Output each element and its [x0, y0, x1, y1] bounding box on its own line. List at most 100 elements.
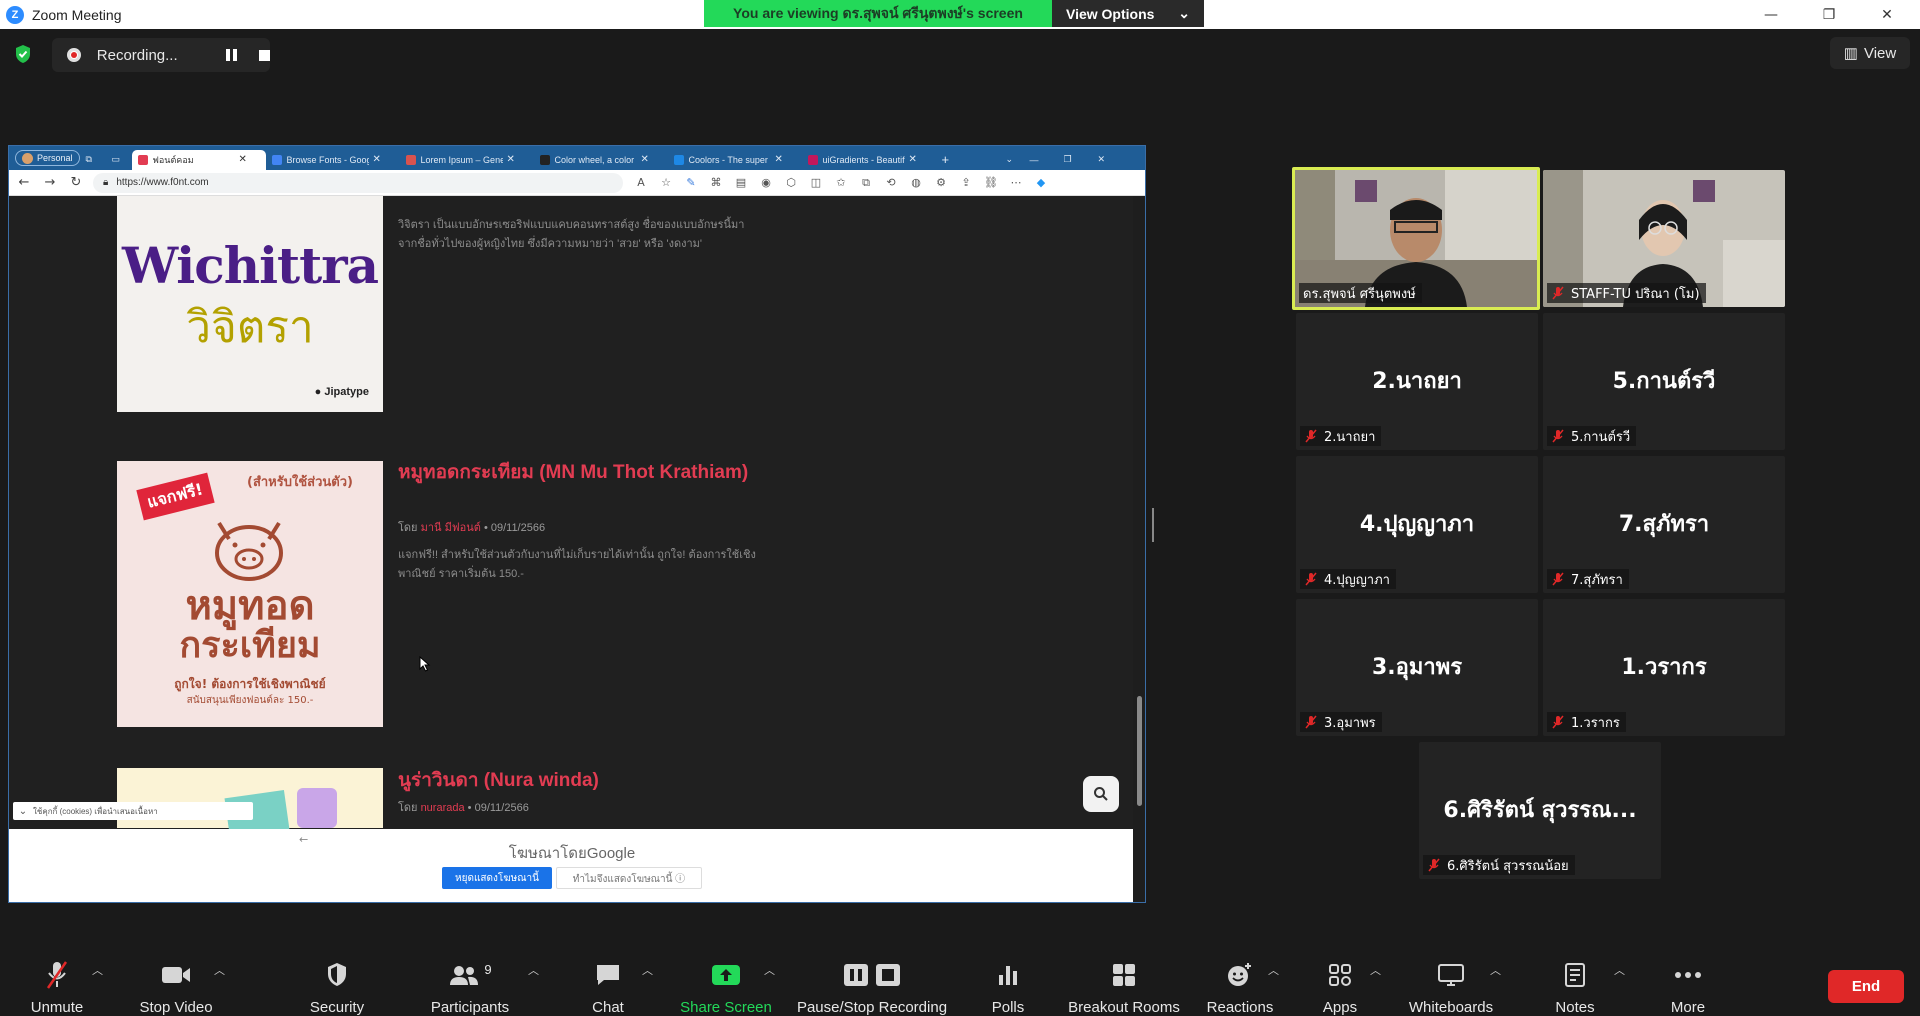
browser-minimize-icon[interactable]: —	[1024, 150, 1058, 170]
share-icon[interactable]: ⇪	[959, 176, 973, 190]
participant-video-tile[interactable]: STAFF-TU ปริณา (โม)	[1543, 170, 1785, 307]
pause-stop-recording-button[interactable]: Pause/Stop Recording	[796, 942, 948, 1016]
chat-options-caret[interactable]: ︿	[642, 962, 653, 978]
favorites-icon[interactable]: ✩	[834, 176, 848, 190]
participant-tile[interactable]: 7.สุภัทรา 7.สุภัทรา	[1543, 456, 1785, 593]
card2-author-link[interactable]: มานี มีฟอนต์	[421, 522, 481, 534]
close-tab-icon[interactable]: ✕	[507, 154, 515, 165]
participant-tile[interactable]: 2.นาถยา 2.นาถยา	[1296, 313, 1538, 450]
browser-tab[interactable]: Color wheel, a color ✕	[534, 150, 668, 170]
close-tab-icon[interactable]: ✕	[775, 154, 783, 165]
tab-actions-icon[interactable]: ▭	[106, 150, 132, 170]
font-preview-image[interactable]: แจกฟรี! (สำหรับใช้ส่วนตัว) หมูทอด กระเที…	[117, 461, 383, 727]
workspaces-icon[interactable]: ⧉	[80, 150, 106, 170]
audio-options-caret[interactable]: ︿	[92, 962, 103, 978]
search-button[interactable]	[1083, 776, 1119, 812]
extension-pen-icon[interactable]: ✎	[684, 176, 698, 190]
video-options-caret[interactable]: ︿	[214, 962, 225, 978]
profile-pill[interactable]: Personal	[15, 150, 80, 166]
breakout-rooms-button[interactable]: Breakout Rooms	[1066, 942, 1182, 1016]
stop-ad-button[interactable]: หยุดแสดงโฆษณานี้	[442, 867, 552, 889]
pause-recording-button[interactable]	[225, 49, 238, 61]
browser-tab[interactable]: Lorem Ipsum – Gene ✕	[400, 150, 534, 170]
restore-button[interactable]: ❐	[1800, 0, 1858, 29]
close-tab-icon[interactable]: ✕	[909, 154, 917, 165]
apps-button[interactable]: Apps	[1316, 942, 1364, 1016]
extension-icon[interactable]: ◍	[909, 176, 923, 190]
participant-video-tile[interactable]: ดร.สุพจน์ ศรีนุตพงษ์	[1292, 167, 1540, 310]
back-icon[interactable]: ←	[13, 172, 35, 194]
extension-icon[interactable]: ⛓	[984, 176, 998, 190]
notes-label: Notes	[1555, 999, 1595, 1016]
notes-options-caret[interactable]: ︿	[1614, 962, 1625, 978]
participant-name: 2.นาถยา	[1324, 429, 1376, 445]
extension-icon[interactable]: ⌘	[709, 176, 723, 190]
card3-title[interactable]: นูร่าวินดา (Nura winda)	[398, 769, 798, 794]
participants-button[interactable]: 9 Participants	[424, 942, 516, 1016]
browser-restore-icon[interactable]: ❐	[1058, 150, 1092, 170]
close-button[interactable]: ✕	[1858, 0, 1916, 29]
unmute-button[interactable]: Unmute	[14, 942, 100, 1016]
participant-tile[interactable]: 6.ศิริรัตน์ สุวรรณ... 6.ศิริรัตน์ สุวรรณน…	[1419, 742, 1661, 879]
browser-tab[interactable]: uiGradients - Beautif ✕	[802, 150, 936, 170]
whiteboards-button[interactable]: Whiteboards	[1404, 942, 1498, 1016]
close-tab-icon[interactable]: ✕	[641, 154, 649, 165]
minimize-button[interactable]: —	[1742, 0, 1800, 29]
participant-tile[interactable]: 4.ปุญญาภา 4.ปุญญาภา	[1296, 456, 1538, 593]
card3-author-link[interactable]: nurarada	[421, 802, 465, 814]
share-options-caret[interactable]: ︿	[764, 962, 775, 978]
new-tab-icon[interactable]: +	[936, 150, 960, 170]
polls-button[interactable]: Polls	[984, 942, 1032, 1016]
scroll-thumb[interactable]	[1137, 696, 1142, 806]
notes-button[interactable]: Notes	[1550, 942, 1600, 1016]
ad-brand: Google	[586, 845, 636, 862]
browser-tab[interactable]: Browse Fonts - Goog ✕	[266, 150, 400, 170]
page-scrollbar[interactable]	[1133, 196, 1145, 902]
reload-icon[interactable]: ↻	[65, 172, 87, 194]
panel-splitter-handle[interactable]	[1152, 508, 1154, 542]
browser-close-icon[interactable]: ✕	[1092, 150, 1126, 170]
cookie-notice[interactable]: ⌄ ใช้คุกกี้ (cookies) เพื่อนำเสนอเนื้อหา	[13, 802, 253, 820]
extension-icon[interactable]: ⬡	[784, 176, 798, 190]
stop-recording-button[interactable]	[259, 49, 270, 61]
view-layout-button[interactable]: ▥ View	[1830, 37, 1910, 69]
more-button[interactable]: More	[1664, 942, 1712, 1016]
history-icon[interactable]: ⟲	[884, 176, 898, 190]
chat-button[interactable]: Chat	[578, 942, 638, 1016]
favorite-star-icon[interactable]: ☆	[659, 176, 673, 190]
stop-video-button[interactable]: Stop Video	[132, 942, 220, 1016]
share-screen-button[interactable]: Share Screen	[676, 942, 776, 1016]
camera-icon[interactable]: ◉	[759, 176, 773, 190]
participants-options-caret[interactable]: ︿	[528, 962, 539, 978]
whiteboards-options-caret[interactable]: ︿	[1490, 962, 1501, 978]
extension-icon[interactable]: ▤	[734, 176, 748, 190]
split-screen-icon[interactable]: ◫	[809, 176, 823, 190]
card2-title[interactable]: หมูทอดกระเทียม (MN Mu Thot Krathiam)	[398, 461, 798, 486]
close-tab-icon[interactable]: ✕	[373, 154, 381, 165]
participant-tile[interactable]: 5.กานต์รวี 5.กานต์รวี	[1543, 313, 1785, 450]
reactions-options-caret[interactable]: ︿	[1268, 962, 1279, 978]
apps-options-caret[interactable]: ︿	[1370, 962, 1381, 978]
font-preview-image[interactable]: Wichittra วิจิตรา ● Jipatype	[117, 196, 383, 412]
close-tab-icon[interactable]: ✕	[239, 154, 247, 165]
participant-tile[interactable]: 3.อุมาพร 3.อุมาพร	[1296, 599, 1538, 736]
extension-icon[interactable]: ⚙	[934, 176, 948, 190]
copilot-icon[interactable]: ◆	[1034, 176, 1048, 190]
view-options-button[interactable]: View Options ⌄	[1052, 0, 1204, 27]
participant-tile[interactable]: 1.วรากร 1.วรากร	[1543, 599, 1785, 736]
end-meeting-button[interactable]: End	[1828, 970, 1904, 1003]
browser-tab[interactable]: Coolors - The super ✕	[668, 150, 802, 170]
url-field[interactable]: 🔒︎ https://www.f0nt.com	[93, 172, 623, 193]
collections-icon[interactable]: ⧉	[859, 176, 873, 190]
chevron-down-icon[interactable]: ⌄	[13, 806, 33, 817]
more-icon[interactable]: ⋯	[1009, 176, 1023, 190]
why-ad-button[interactable]: ทำไมจึงแสดงโฆษณานี้ ⓘ	[556, 867, 702, 889]
security-button[interactable]: Security	[302, 942, 372, 1016]
browser-tab[interactable]: ฟอนต์คอม ✕	[131, 149, 266, 170]
reactions-button[interactable]: Reactions	[1204, 942, 1276, 1016]
participant-name-tag: ดร.สุพจน์ ศรีนุตพงษ์	[1299, 283, 1422, 303]
tab-list-icon[interactable]: ⌄	[1000, 150, 1024, 170]
read-aloud-icon[interactable]: A	[634, 176, 648, 190]
encryption-shield-icon[interactable]	[14, 44, 32, 64]
forward-icon[interactable]: →	[39, 172, 61, 194]
